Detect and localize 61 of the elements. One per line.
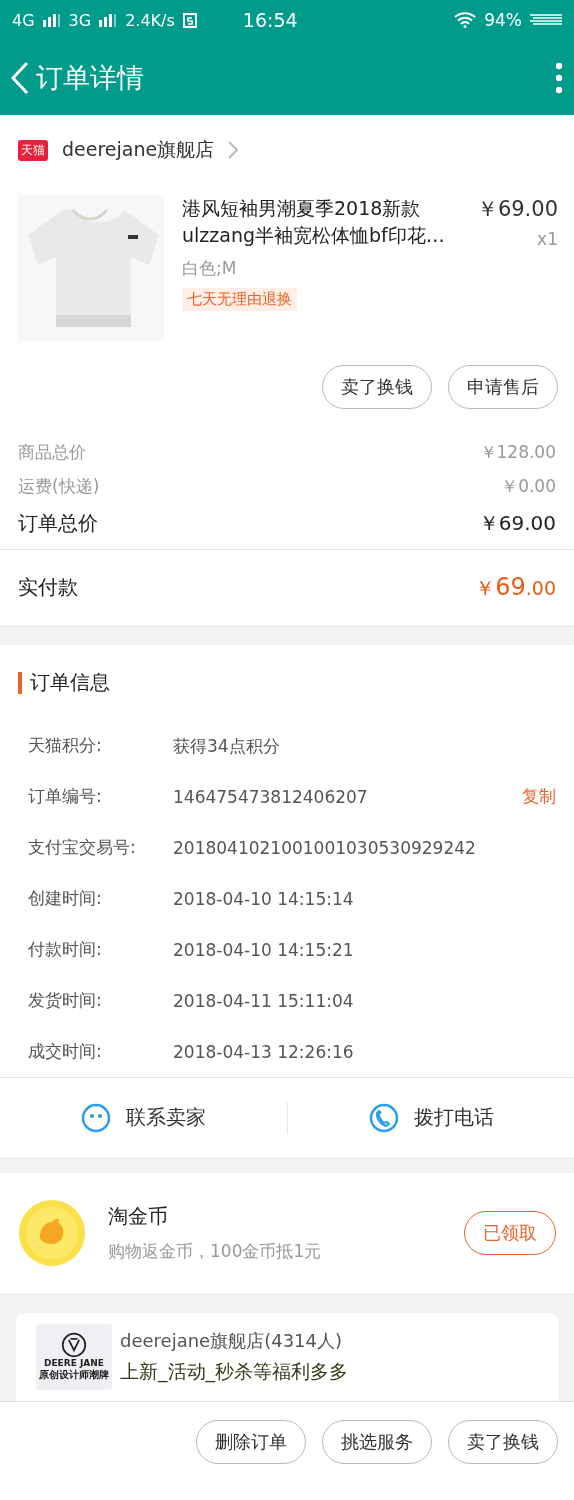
info-value: 2018041021001001030530929242	[173, 836, 477, 859]
s-box-icon	[182, 12, 197, 28]
logo-subtext: 原创设计师潮牌	[39, 1368, 109, 1382]
section-title: 订单信息	[30, 669, 110, 696]
price-label: 运费(快递)	[18, 474, 100, 498]
contact-link[interactable]: 拨打电话	[413, 1104, 494, 1131]
action-button[interactable]: 挑选服务	[322, 1420, 432, 1464]
info-label: 成交时间:	[28, 1040, 103, 1063]
price-value: ￥69.00	[478, 509, 556, 537]
logo-mark-icon	[61, 1332, 87, 1358]
coin-icon	[18, 1199, 86, 1267]
network-label: 4G	[12, 10, 35, 30]
product-title[interactable]: 港风短袖男潮夏季2018新款ulzzang半袖宽松体恤bf印花…	[182, 195, 456, 249]
action-button[interactable]: 卖了换钱	[322, 365, 432, 409]
info-label: 发货时间:	[28, 989, 103, 1012]
contact-link[interactable]: 联系卖家	[126, 1104, 207, 1131]
phone-icon	[367, 1101, 400, 1134]
coin-title: 淘金币	[108, 1203, 169, 1230]
chevron-right-icon[interactable]	[228, 141, 239, 159]
store-slogan: 上新_活动_秒杀等福利多多	[120, 1359, 349, 1385]
wifi-icon	[454, 12, 477, 28]
price-value: ￥128.00	[479, 440, 556, 464]
store-card-name: deerejane旗舰店(4314人)	[120, 1329, 344, 1353]
return-tag: 七天无理由退换	[182, 288, 297, 311]
action-button[interactable]: 删除订单	[196, 1420, 306, 1464]
battery-text: 94%	[484, 10, 522, 30]
price-label: 订单总价	[18, 509, 98, 537]
price-label: 商品总价	[18, 440, 86, 464]
product-price: ￥69.00	[476, 196, 558, 223]
back-icon[interactable]	[10, 60, 30, 95]
action-button[interactable]: 申请售后	[448, 365, 558, 409]
coin-subtitle: 购物返金币，100金币抵1元	[108, 1240, 323, 1263]
tmall-badge: 天猫	[18, 139, 48, 161]
battery-icon	[530, 13, 562, 27]
info-label: 付款时间:	[28, 938, 103, 961]
store-name[interactable]: deerejane旗舰店	[62, 137, 215, 163]
info-value: 2018-04-13 12:26:16	[173, 1040, 355, 1063]
info-value: 获得34点积分	[173, 734, 281, 757]
logo-text: DEERE JANE	[44, 1358, 104, 1368]
info-label: 支付宝交易号:	[28, 836, 137, 859]
speed-text: 2.4K/s	[125, 10, 175, 30]
signal-icon	[42, 13, 61, 27]
action-button[interactable]: 卖了换钱	[448, 1420, 558, 1464]
sku-text: 白色;M	[182, 257, 238, 280]
info-value: 2018-04-11 15:11:04	[173, 989, 355, 1012]
more-icon[interactable]	[554, 61, 564, 94]
info-label: 创建时间:	[28, 887, 103, 910]
chat-face-icon	[80, 1101, 113, 1134]
clock-text: 16:54	[242, 9, 298, 31]
page-title: 订单详情	[36, 60, 145, 95]
signal-icon	[99, 13, 118, 27]
paid-label: 实付款	[18, 574, 78, 601]
info-value: 2018-04-10 14:15:21	[173, 938, 355, 961]
info-value: 146475473812406207	[173, 785, 369, 808]
price-value: ￥0.00	[501, 474, 556, 498]
paid-amount: ￥69.00	[475, 573, 556, 602]
network-label: 3G	[68, 10, 92, 30]
quantity-text: x1	[537, 229, 558, 249]
info-label: 订单编号:	[28, 785, 103, 808]
info-value: 2018-04-10 14:15:14	[173, 887, 355, 910]
info-label: 天猫积分:	[28, 734, 103, 757]
